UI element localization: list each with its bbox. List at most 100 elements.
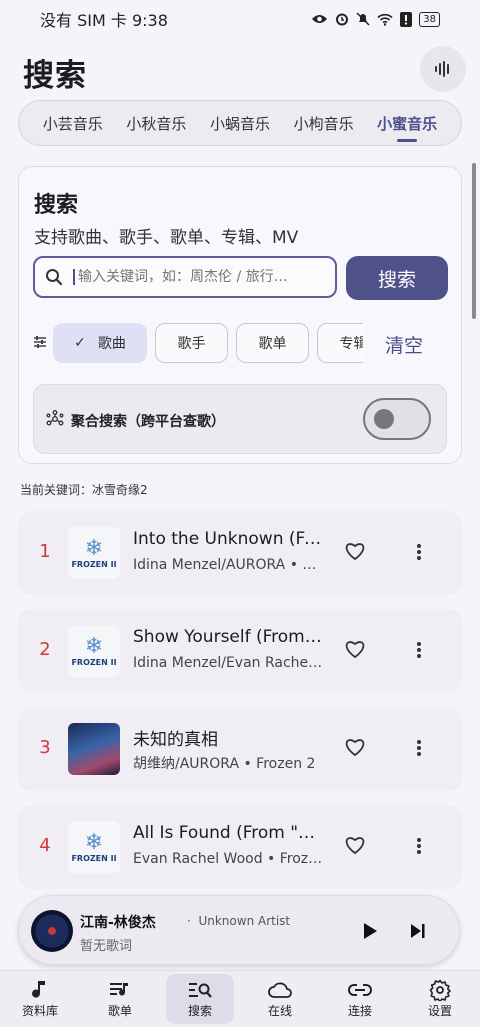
snowflake-icon: ❄	[84, 829, 104, 855]
artist-separator: ·	[187, 914, 191, 928]
now-playing-cover	[31, 910, 73, 952]
nav-label: 在线	[267, 1004, 292, 1018]
song-artist: Idina Menzel/AURORA • Frozen 2	[133, 557, 323, 573]
more-vertical-icon[interactable]	[416, 542, 422, 562]
song-artist: Evan Rachel Wood • Frozen 2	[133, 851, 323, 867]
link-icon	[348, 984, 372, 996]
cover-text: FROZEN II	[71, 657, 117, 667]
more-vertical-icon[interactable]	[416, 738, 422, 758]
nav-playlists[interactable]: 歌单	[80, 971, 160, 1027]
clear-button[interactable]: 清空	[385, 331, 423, 358]
nav-label: 设置	[427, 1004, 452, 1018]
search-button[interactable]: 搜索	[346, 256, 448, 300]
gear-icon	[429, 979, 451, 1001]
now-playing-lyric: 暂无歌词	[80, 939, 133, 954]
source-tabs: 小芸音乐 小秋音乐 小蜗音乐 小枸音乐 小蜜音乐	[18, 100, 462, 146]
song-title: 未知的真相	[133, 730, 218, 750]
page-title: 搜索	[23, 58, 87, 94]
check-icon: ✓	[74, 335, 86, 351]
status-time: 没有 SIM 卡 9:38	[40, 11, 168, 30]
song-rank: 1	[39, 541, 51, 562]
heart-icon[interactable]	[344, 541, 366, 561]
alert-icon	[400, 11, 413, 27]
nav-label: 资料库	[21, 1004, 58, 1018]
song-rank: 3	[39, 737, 51, 758]
nav-label: 连接	[347, 1004, 372, 1018]
song-row[interactable]: 3 未知的真相 胡维纳/AURORA • Frozen 2	[18, 707, 462, 791]
cloud-icon	[268, 982, 292, 998]
status-icons: 38	[311, 11, 440, 27]
alarm-icon	[336, 13, 349, 26]
mini-player[interactable]: 江南-林俊杰 · Unknown Artist 暂无歌词	[18, 895, 460, 965]
filter-row: ✓ 歌曲 歌手 歌单 专辑 清空	[33, 323, 447, 365]
filter-icon[interactable]	[33, 335, 47, 349]
skip-next-icon[interactable]	[409, 921, 427, 941]
song-row[interactable]: 4 ❄FROZEN II All Is Found (From "Frozen …	[18, 805, 462, 889]
bottom-navigation: 资料库 歌单 搜索 在线 连接 设置	[0, 970, 480, 1027]
eye-icon	[312, 15, 328, 23]
chip-albums[interactable]: 专辑	[317, 323, 363, 363]
album-cover: ❄ FROZEN II	[68, 625, 120, 677]
heart-icon[interactable]	[344, 737, 366, 757]
tab-xiaomi[interactable]: 小蜜音乐	[365, 113, 449, 142]
search-card: 搜索 支持歌曲、歌手、歌单、专辑、MV 搜索 ✓ 歌曲 歌手 歌单 专辑 清空 聚…	[18, 166, 462, 464]
tab-xiaoyun[interactable]: 小芸音乐	[31, 113, 115, 134]
aggregate-search-row: 聚合搜索（跨平台查歌）	[33, 384, 447, 454]
song-list: 1 ❄FROZEN II Into the Unknown (From "Fro…	[18, 511, 462, 903]
song-title: All Is Found (From "Frozen 2")	[133, 823, 323, 843]
hub-icon	[46, 410, 64, 426]
cover-text: FROZEN II	[71, 853, 117, 863]
chip-label: 歌曲	[97, 336, 126, 352]
tab-xiaogou[interactable]: 小枸音乐	[282, 113, 366, 134]
heart-icon[interactable]	[344, 639, 366, 659]
artist-name: Unknown Artist	[198, 914, 291, 928]
album-cover	[68, 723, 120, 775]
song-title: Show Yourself (From "Frozen 2")	[133, 627, 323, 647]
more-vertical-icon[interactable]	[416, 640, 422, 660]
tab-xiaoqiu[interactable]: 小秋音乐	[115, 113, 199, 134]
song-artist: Idina Menzel/Evan Rachel Wood	[133, 655, 323, 671]
album-cover: ❄ FROZEN II	[68, 527, 120, 579]
battery-indicator: 38	[419, 11, 440, 27]
nav-online[interactable]: 在线	[240, 971, 320, 1027]
song-rank: 4	[39, 835, 51, 856]
card-title: 搜索	[34, 193, 79, 218]
nav-settings[interactable]: 设置	[400, 971, 480, 1027]
waveform-icon	[435, 61, 449, 77]
chip-artists[interactable]: 歌手	[155, 323, 228, 363]
scrollbar[interactable]	[472, 163, 476, 319]
heart-icon[interactable]	[344, 835, 366, 855]
wifi-icon	[377, 13, 393, 26]
nav-search[interactable]: 搜索	[160, 971, 240, 1027]
search-input[interactable]	[73, 269, 313, 285]
now-playing-artist: · Unknown Artist	[187, 914, 290, 928]
song-artist: 胡维纳/AURORA • Frozen 2	[133, 756, 316, 772]
play-icon[interactable]	[361, 921, 379, 941]
song-row[interactable]: 1 ❄FROZEN II Into the Unknown (From "Fro…	[18, 511, 462, 595]
aggregate-search-label: 聚合搜索（跨平台查歌）	[71, 414, 225, 430]
song-title: Into the Unknown (From "Frozen 2")	[133, 529, 323, 549]
song-row[interactable]: 2 ❄FROZEN II Show Yourself (From "Frozen…	[18, 609, 462, 693]
tab-xiaowo[interactable]: 小蜗音乐	[198, 113, 282, 134]
voice-search-button[interactable]	[420, 46, 466, 92]
toggle-knob	[374, 409, 394, 429]
music-note-icon	[32, 981, 45, 998]
mute-icon	[356, 12, 370, 26]
chip-playlists[interactable]: 歌单	[236, 323, 309, 363]
current-keyword: 当前关键词：冰雪奇缘2	[20, 483, 148, 497]
status-bar: 没有 SIM 卡 9:38 38	[0, 0, 480, 38]
search-icon	[46, 269, 63, 286]
card-subtitle: 支持歌曲、歌手、歌单、专辑、MV	[34, 228, 299, 248]
aggregate-search-toggle[interactable]	[363, 398, 431, 440]
type-chips: ✓ 歌曲 歌手 歌单 专辑	[53, 323, 363, 365]
search-list-icon	[189, 983, 212, 998]
nav-connect[interactable]: 连接	[320, 971, 400, 1027]
snowflake-icon: ❄	[84, 633, 104, 659]
nav-library[interactable]: 资料库	[0, 971, 80, 1027]
search-field[interactable]	[33, 256, 337, 298]
chip-songs[interactable]: ✓ 歌曲	[53, 323, 147, 363]
cover-text: FROZEN II	[71, 559, 117, 569]
page-header: 搜索	[0, 46, 480, 96]
more-vertical-icon[interactable]	[416, 836, 422, 856]
playlist-icon	[110, 983, 128, 996]
